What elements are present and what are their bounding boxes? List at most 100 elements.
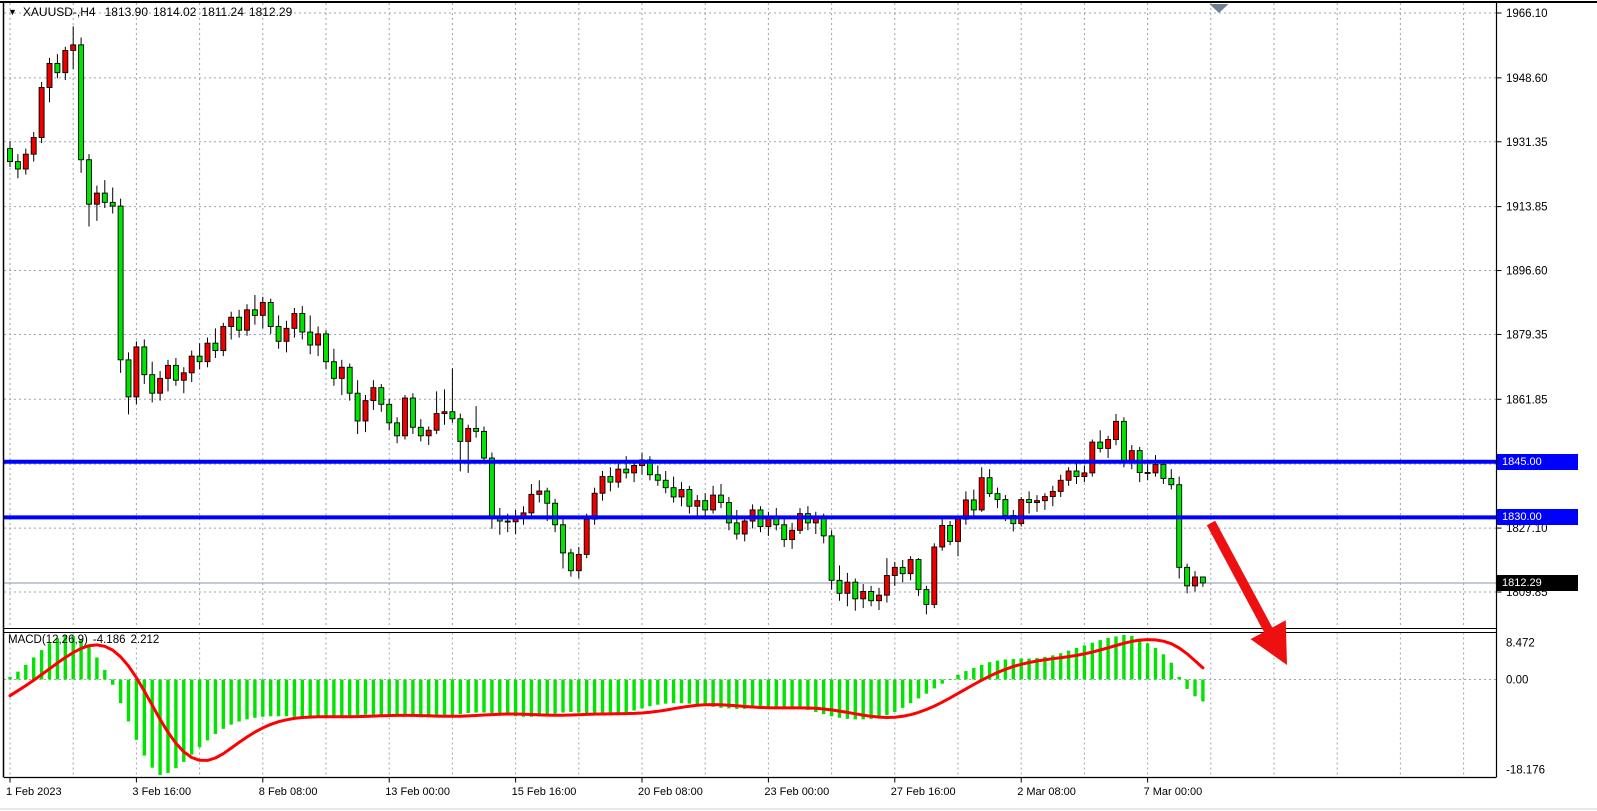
candle-body [245,310,250,330]
candle-body [339,367,344,378]
time-axis-label: 27 Feb 16:00 [891,786,956,798]
macd-bar [948,679,951,680]
candle-body [1185,567,1190,586]
macd-bar [1138,640,1141,680]
candle-body [1145,472,1150,473]
price-axis-label: 1879.35 [1506,329,1548,341]
candle-body [853,582,858,599]
macd-bar [617,680,620,715]
candle-body [1074,471,1079,477]
candlestick-series[interactable] [8,26,1206,614]
candle-body [94,193,99,204]
macd-bar [917,680,920,699]
candle-body [979,478,984,510]
quote-close: 1812.29 [249,5,292,19]
macd-bar [1201,680,1204,702]
symbol-marker-icon: ▼ [8,7,17,17]
candle-body [584,519,589,554]
candle-body [505,521,510,522]
macd-bar [1099,640,1102,679]
macd-bar [348,680,351,716]
macd-bar [309,680,312,718]
macd-bar [490,680,493,714]
candle-body [292,314,297,329]
candle-body [347,367,352,393]
candle-body [616,469,621,482]
macd-bar [909,680,912,704]
macd-bar [688,680,691,704]
candle-body [1035,501,1040,503]
macd-bar [925,680,928,694]
candle-body [1200,577,1205,583]
candle-body [1193,577,1198,586]
candle-body [221,326,226,350]
macd-indicator-name: MACD(12,26,9) [8,634,88,646]
macd-bar [569,680,572,713]
candle-body [529,494,534,513]
candle-body [450,412,455,419]
candle-body [632,465,637,472]
candle-body [719,495,724,502]
candle-body [363,401,368,421]
macd-bar [340,680,343,717]
macd-signal-line [10,640,1203,761]
candle-body [229,317,234,326]
macd-bar [277,680,280,717]
chart-canvas[interactable]: 1966.101948.601931.351913.851896.601879.… [0,0,1597,811]
candle-body [1161,464,1166,478]
trend-arrow-annotation[interactable] [1211,523,1287,665]
time-axis-label: 13 Feb 00:00 [385,786,450,798]
candle-body [561,525,566,553]
macd-bar [111,680,114,685]
candle-body [592,493,597,519]
price-axis[interactable]: 1966.101948.601931.351913.851896.601879.… [1497,8,1548,777]
macd-bar [1020,659,1023,680]
macd-bar [269,680,272,717]
candle-body [987,478,992,494]
candle-body [1082,473,1087,477]
candle-body [1042,497,1047,501]
candle-body [1177,485,1182,568]
time-axis[interactable]: 1 Feb 20233 Feb 16:008 Feb 08:0013 Feb 0… [6,778,1202,799]
candle-body [434,414,439,431]
macd-bar [538,680,541,717]
macd-bar [775,680,778,707]
candle-body [1003,500,1008,516]
macd-bar [877,680,880,718]
macd-bar [640,680,643,709]
candle-body [1066,471,1071,480]
macd-bar [790,680,793,708]
macd-bar [435,680,438,717]
macd-bar [901,680,904,708]
candle-body [900,567,905,573]
time-axis-label: 3 Feb 16:00 [132,786,191,798]
candle-body [837,580,842,593]
candle-body [55,63,60,72]
macd-bar [632,680,635,711]
macd-bar [656,680,659,705]
candle-body [861,591,866,598]
candle-body [173,365,178,380]
candle-body [110,202,115,206]
candle-body [300,314,305,333]
macd-bar [1091,643,1094,680]
chart-shift-marker-icon[interactable] [1210,4,1229,13]
macd-bar [24,665,27,680]
hline-price-badge-1830: 1830.00 [1497,509,1578,525]
candle-body [466,428,471,441]
macd-bar [743,680,746,709]
macd-bar [1114,636,1117,679]
macd-bar [585,680,588,714]
macd-bar [664,680,667,704]
macd-bar [443,680,446,717]
candle-body [189,356,194,373]
candle-body [387,404,392,423]
macd-bar [214,680,217,735]
candle-body [442,412,447,414]
macd-axis-label: 0.00 [1506,675,1528,687]
macd-bar [151,680,154,768]
macd-bar [546,680,549,716]
macd-bar [1162,654,1165,679]
candle-body [948,525,953,541]
candle-body [181,373,186,380]
